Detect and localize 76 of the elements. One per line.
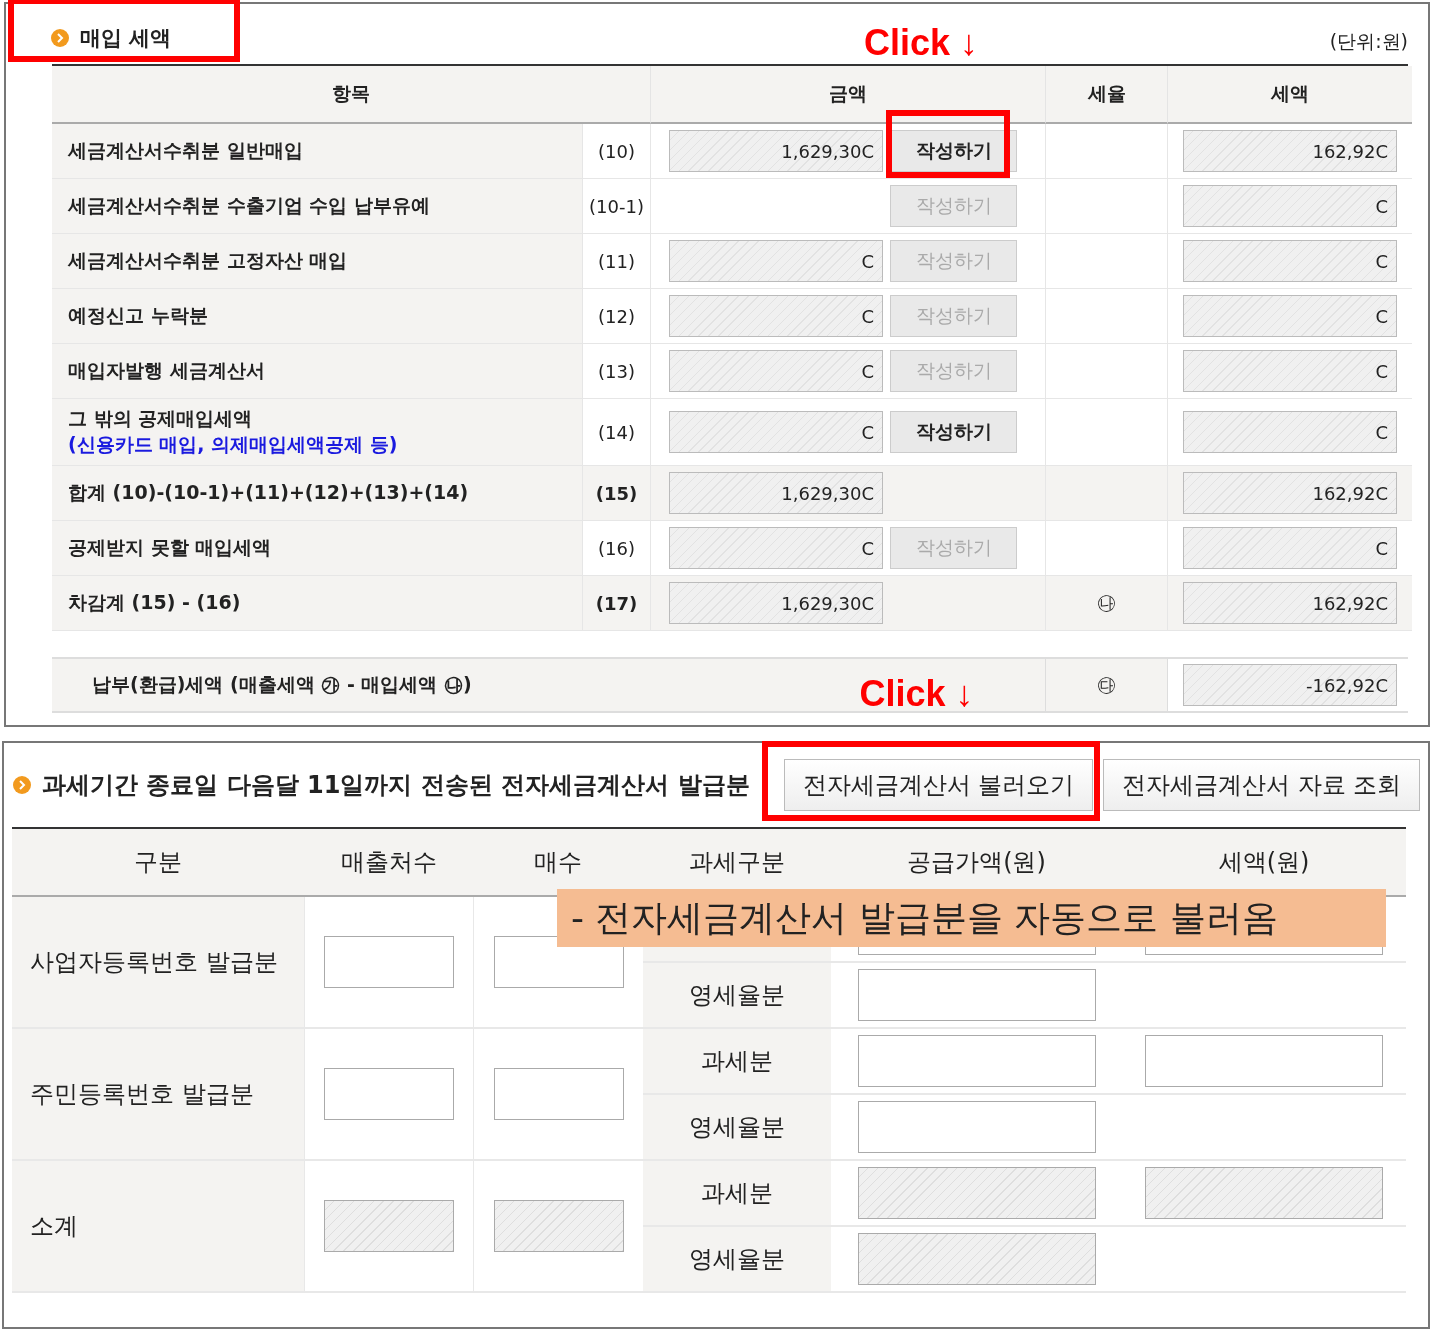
column-header: 구분 <box>12 829 304 897</box>
row-label: 세금계산서수취분 일반매입 <box>68 138 303 163</box>
amount-field: C <box>669 240 883 282</box>
column-header: 세액 <box>1167 66 1412 124</box>
amount-field: 1,629,30C <box>669 582 883 624</box>
row-code: (14) <box>598 421 635 443</box>
tax-type-label: 영세율분 <box>689 1244 785 1275</box>
supply-amount-field[interactable] <box>857 1035 1096 1087</box>
row-label: 예정신고 누락분 <box>68 303 208 328</box>
row-label: 매입자발행 세금계산서 <box>68 358 265 383</box>
row-label: 차감계 (15) - (16) <box>68 590 241 615</box>
tax-field: C <box>1183 527 1397 569</box>
load-button[interactable]: 전자세금계산서 자료 조회 <box>1103 759 1421 811</box>
row-label: 주민등록번호 발급분 <box>30 1079 254 1110</box>
row-label: 그 밖의 공제매입세액 <box>68 406 253 431</box>
load-button[interactable]: 전자세금계산서 불러오기 <box>783 759 1094 811</box>
rate-symbol: ㉯ <box>1097 590 1116 615</box>
supply-amount-field[interactable] <box>857 1101 1096 1153</box>
amount-field: C <box>669 295 883 337</box>
section-title: 과세기간 종료일 다음달 11일까지 전송된 전자세금계산서 발급분 <box>42 770 750 801</box>
tax-field: C <box>1183 185 1397 227</box>
row-code: (13) <box>598 360 635 382</box>
row-code: (15) <box>595 482 638 504</box>
row-code: (16) <box>598 537 635 559</box>
tax-amount-field[interactable] <box>1145 1035 1383 1087</box>
tax-field: C <box>1183 350 1397 392</box>
click-annotation: Click ↓ <box>864 22 979 64</box>
row-label: 공제받지 못할 매입세액 <box>68 535 272 560</box>
tax-field: -162,92C <box>1183 664 1397 706</box>
write-button[interactable]: 작성하기 <box>890 411 1017 453</box>
write-button[interactable]: 작성하기 <box>890 130 1017 172</box>
row-code: (10) <box>598 140 635 162</box>
tax-type-label: 영세율분 <box>689 980 785 1011</box>
tax-field: C <box>1183 295 1397 337</box>
section-title: 매입 세액 <box>80 25 172 52</box>
row-code: (11) <box>598 250 635 272</box>
row-label: 사업자등록번호 발급분 <box>30 947 278 978</box>
row-label: 납부(환급)세액 (매출세액 ㉮ - 매입세액 ㉯) <box>92 672 472 697</box>
count-field[interactable] <box>324 1068 454 1120</box>
column-header: 매출처수 <box>304 829 473 897</box>
bullet-icon <box>50 28 70 48</box>
supply-amount-field[interactable] <box>857 969 1096 1021</box>
column-header: 매수 <box>473 829 643 897</box>
bullet-icon <box>12 775 32 795</box>
amount-field: 1,629,30C <box>669 472 883 514</box>
tax-type-label: 과세분 <box>701 1178 773 1209</box>
column-header: 금액 <box>650 66 1045 124</box>
tax-field: C <box>1183 411 1397 453</box>
click-annotation: Click ↓ <box>859 673 974 715</box>
row-label: 세금계산서수취분 수출기업 수입 납부유예 <box>68 193 430 218</box>
tax-type-label: 과세분 <box>701 1046 773 1077</box>
row-code: (10-1) <box>589 195 644 217</box>
tax-field: 162,92C <box>1183 582 1397 624</box>
amount-field: C <box>669 411 883 453</box>
count-field[interactable] <box>493 1068 624 1120</box>
tax-field: 162,92C <box>1183 130 1397 172</box>
supply-amount-field[interactable] <box>857 1167 1096 1219</box>
row-code: (17) <box>595 592 638 614</box>
row-label: 세금계산서수취분 고정자산 매입 <box>68 248 348 273</box>
unit-label: (단위:원) <box>1329 29 1408 54</box>
column-header: 항목 <box>52 66 650 124</box>
amount-field: C <box>669 350 883 392</box>
row-code: (12) <box>598 305 635 327</box>
supply-amount-field[interactable] <box>857 1233 1096 1285</box>
tax-field: C <box>1183 240 1397 282</box>
tax-field: 162,92C <box>1183 472 1397 514</box>
row-label: 소계 <box>30 1211 78 1242</box>
rate-symbol: ㉰ <box>1097 672 1116 697</box>
amount-field: 1,629,30C <box>669 130 883 172</box>
amount-field: C <box>669 527 883 569</box>
column-header: 세율 <box>1045 66 1167 124</box>
tax-type-label: 영세율분 <box>689 1112 785 1143</box>
row-label: 합계 (10)-(10-1)+(11)+(12)+(13)+(14) <box>68 480 469 505</box>
count-field[interactable] <box>324 936 454 988</box>
row-note: (신용카드 매입, 의제매입세액공제 등) <box>68 432 398 457</box>
callout-tooltip: - 전자세금계산서 발급분을 자동으로 불러옴 <box>557 889 1386 947</box>
